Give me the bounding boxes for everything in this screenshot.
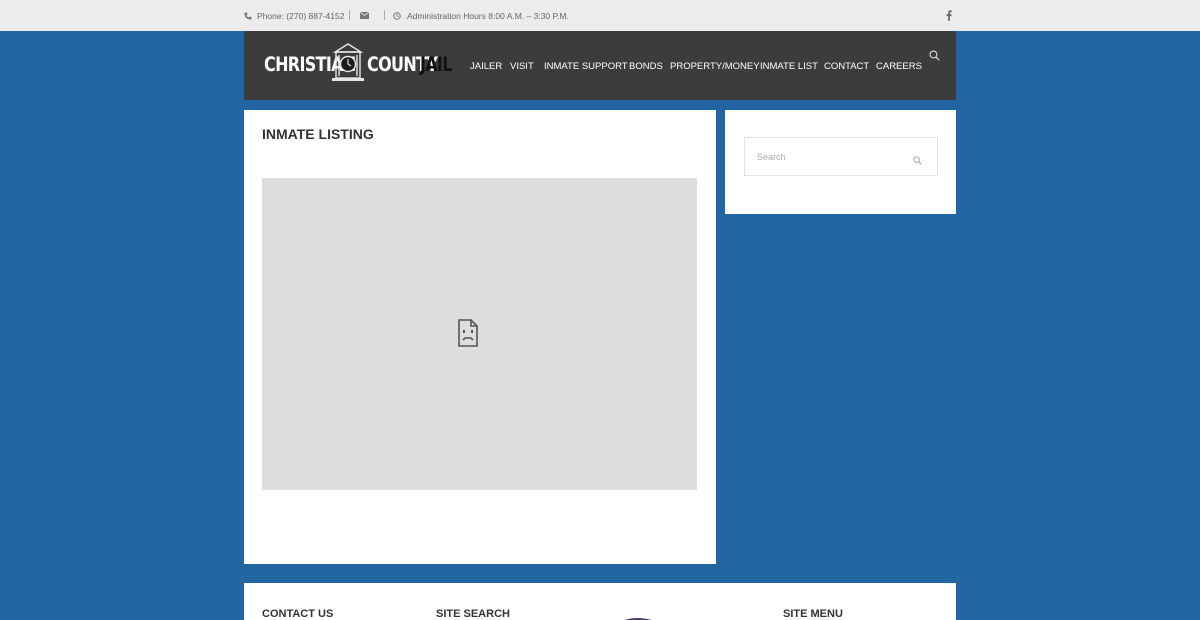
divider bbox=[384, 10, 385, 20]
sidebar-search-box bbox=[744, 137, 938, 176]
search-icon[interactable] bbox=[929, 48, 940, 66]
search-input[interactable] bbox=[745, 138, 905, 175]
sidebar bbox=[725, 110, 956, 214]
admin-hours: Administration Hours 8:00 A.M. – 3:30 P.… bbox=[407, 10, 569, 21]
footer: CONTACT US SITE SEARCH SITE MENU bbox=[244, 583, 956, 620]
main-content: INMATE LISTING bbox=[244, 110, 716, 564]
nav-careers[interactable]: CAREERS bbox=[876, 61, 922, 72]
phone-number[interactable]: Phone: (270) 887-4152 bbox=[257, 0, 344, 31]
facebook-icon[interactable] bbox=[946, 0, 952, 31]
clock-icon bbox=[393, 0, 401, 31]
footer-badge-logo bbox=[612, 613, 762, 620]
footer-menu-title: SITE MENU bbox=[783, 608, 843, 620]
logo-word-jail: JAIL bbox=[420, 53, 452, 76]
broken-page-icon bbox=[457, 319, 479, 352]
nav-jailer[interactable]: JAILER bbox=[470, 61, 502, 72]
nav-inmate-list[interactable]: INMATE LIST bbox=[760, 61, 818, 72]
nav-contact[interactable]: CONTACT bbox=[824, 61, 869, 72]
top-info-bar: Phone: (270) 887-4152 Administration Hou… bbox=[0, 0, 1200, 31]
search-icon[interactable] bbox=[913, 152, 922, 170]
inmate-listing-frame[interactable] bbox=[262, 178, 697, 490]
site-header: CHRISTIAN COUNTY JAIL JAILER VISIT INMAT… bbox=[244, 31, 956, 100]
nav-bonds[interactable]: BONDS bbox=[629, 61, 663, 72]
nav-visit[interactable]: VISIT bbox=[510, 61, 534, 72]
page-title: INMATE LISTING bbox=[262, 126, 374, 142]
footer-search-title: SITE SEARCH bbox=[436, 608, 510, 620]
divider bbox=[349, 10, 350, 20]
nav-inmate-support[interactable]: INMATE SUPPORT bbox=[544, 61, 628, 72]
phone-icon bbox=[244, 0, 252, 31]
envelope-icon[interactable] bbox=[360, 0, 369, 31]
courthouse-clock-icon bbox=[332, 43, 364, 81]
site-logo[interactable]: CHRISTIAN COUNTY JAIL bbox=[264, 40, 452, 84]
nav-property-money[interactable]: PROPERTY/MONEY bbox=[670, 61, 760, 72]
footer-contact-title: CONTACT US bbox=[262, 608, 334, 620]
